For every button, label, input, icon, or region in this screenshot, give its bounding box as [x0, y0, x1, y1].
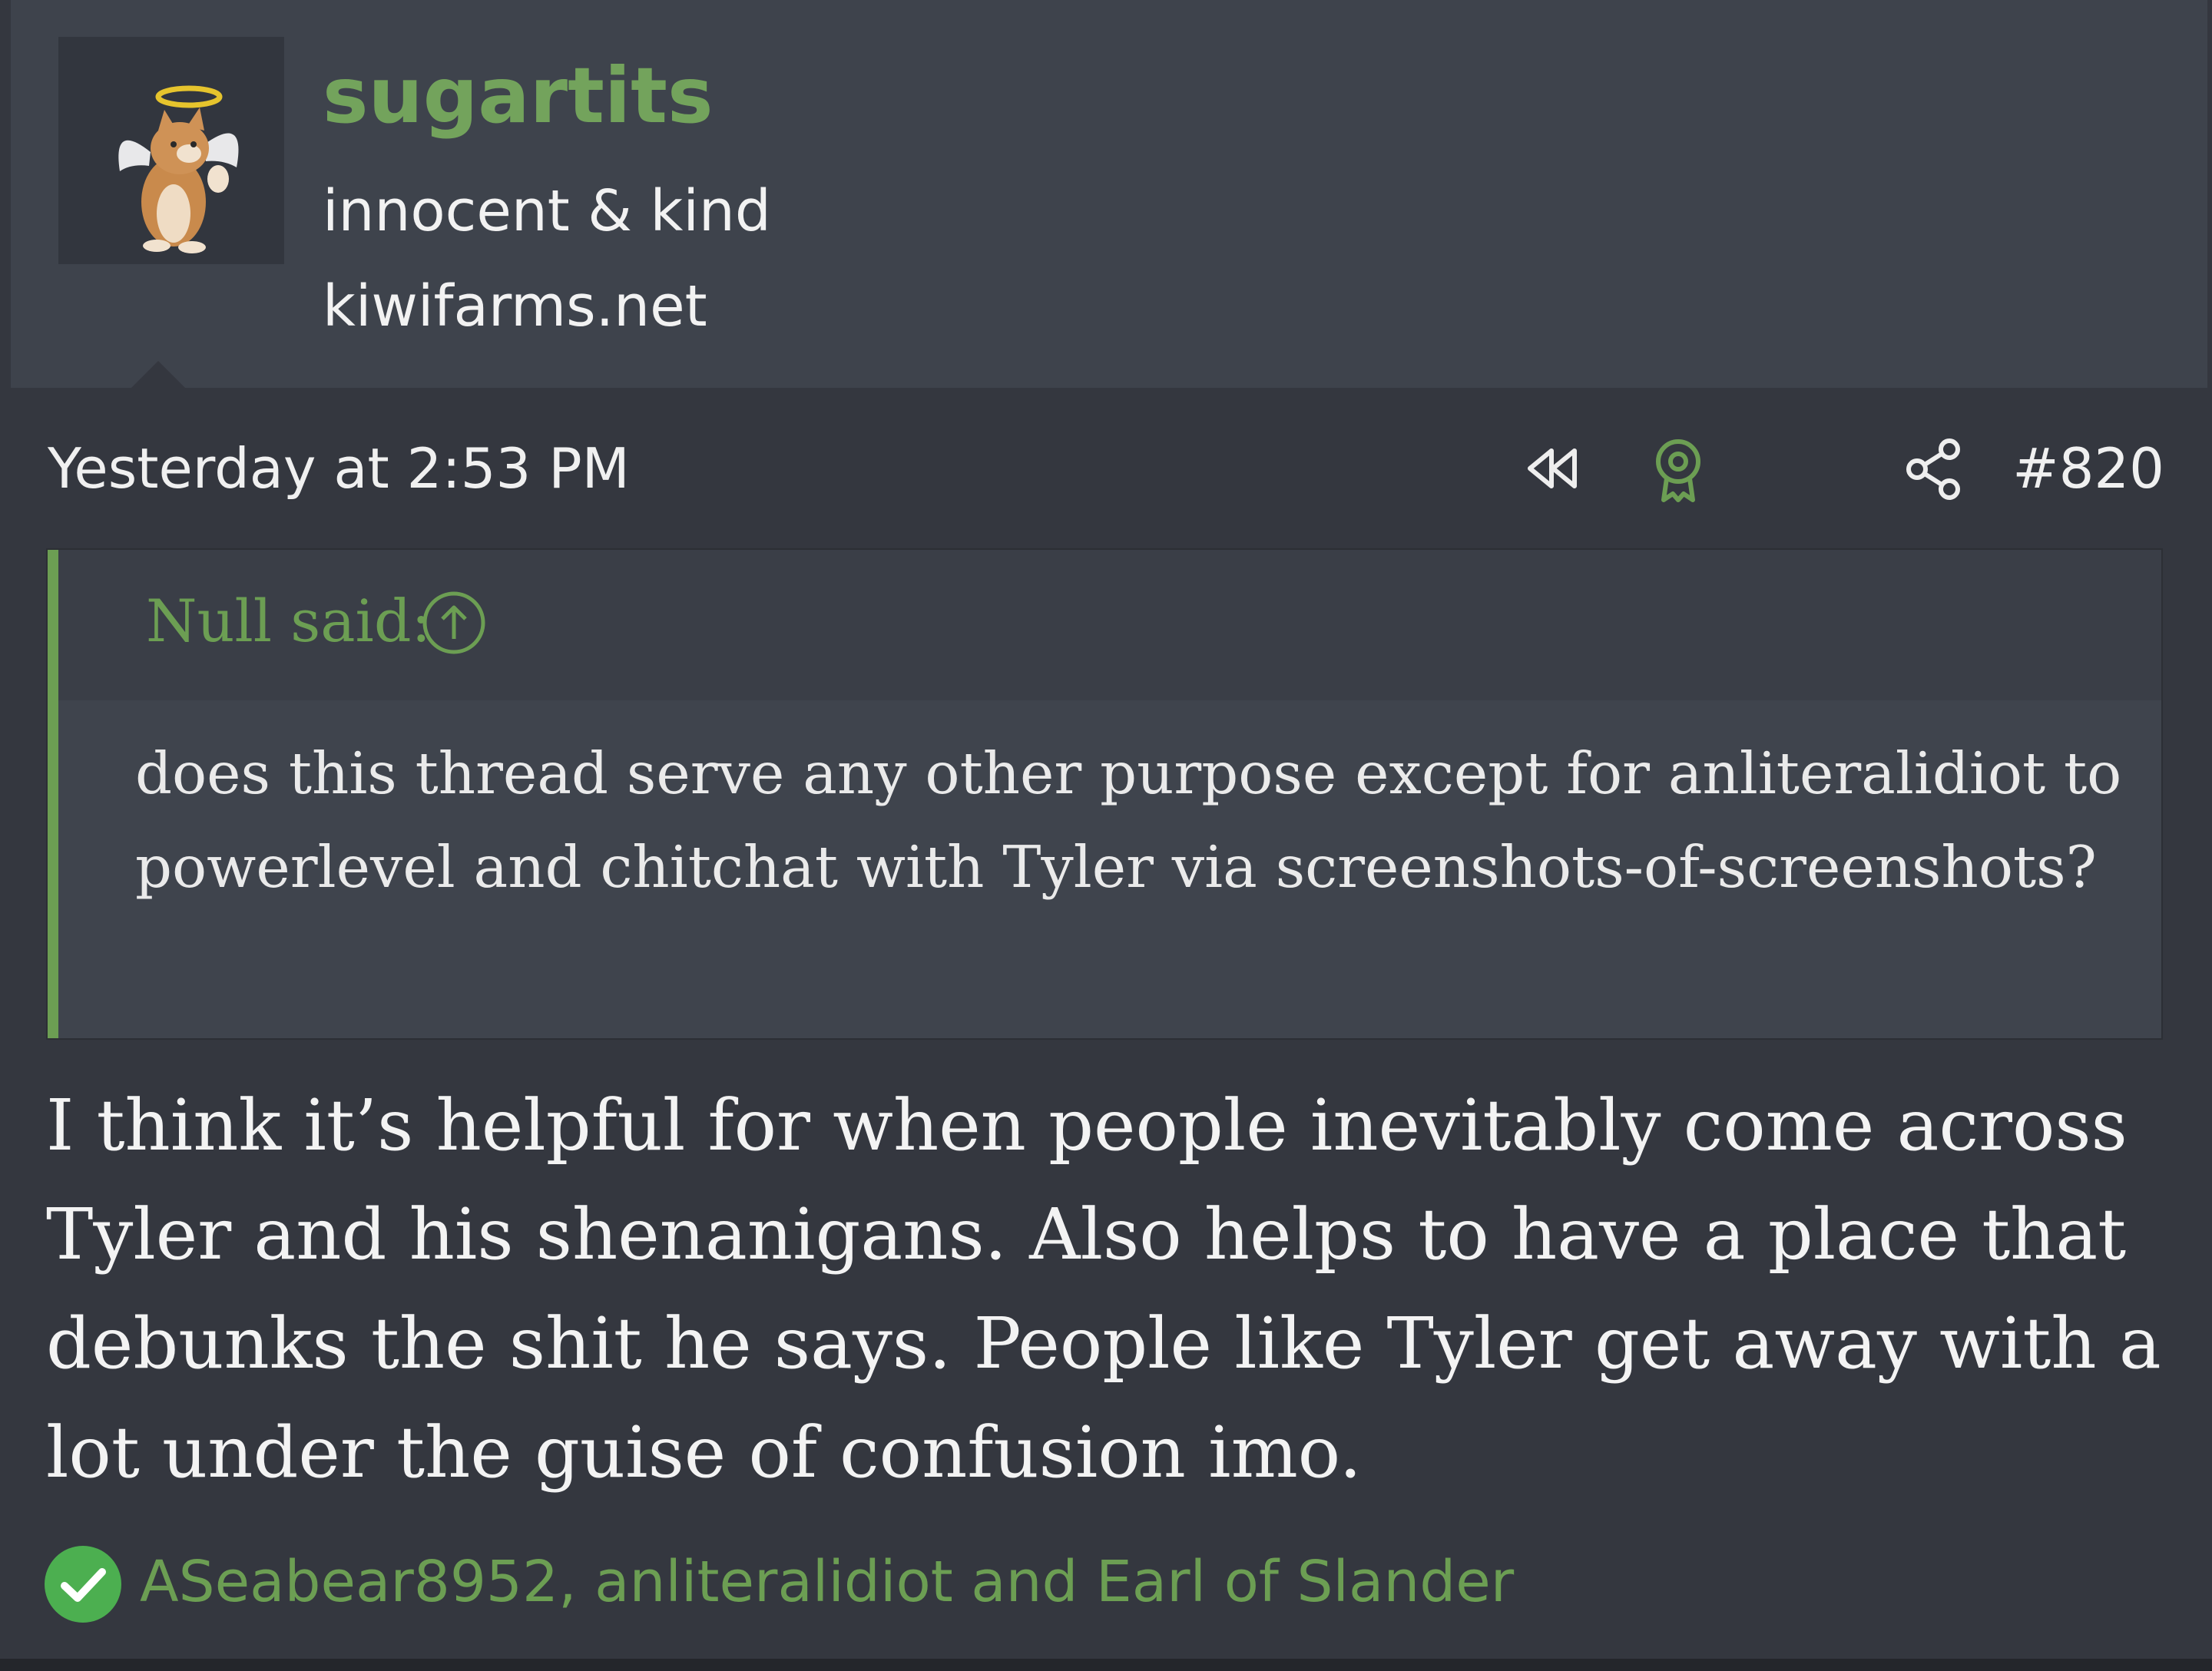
quote-author[interactable]: Null said:	[146, 579, 431, 663]
quote-block: Null said: does this thread serve any ot…	[46, 548, 2163, 1040]
rewind-icon[interactable]	[1518, 434, 1587, 503]
post-number-link[interactable]: #820	[2012, 426, 2164, 511]
username[interactable]: sugartits	[323, 46, 714, 146]
share-icon[interactable]	[1900, 434, 1969, 503]
user-header-pointer	[131, 361, 186, 389]
angel-cat-avatar-icon	[118, 85, 239, 253]
award-icon[interactable]	[1644, 434, 1713, 503]
post-meta-bar: Yesterday at 2:53 PM #820	[11, 388, 2207, 545]
quote-header: Null said:	[58, 550, 2161, 700]
post-body-text: I think it’s helpful for when people ine…	[46, 1084, 2161, 1494]
avatar[interactable]	[58, 37, 284, 264]
reaction-users-link[interactable]: ASeabear8952, anliteralidiot and Earl of…	[140, 1540, 1514, 1624]
bottom-divider	[0, 1659, 2212, 1671]
user-header: sugartits innocent & kind kiwifarms.net	[11, 0, 2207, 388]
quote-accent-bar	[48, 550, 58, 1038]
user-title: innocent & kind	[323, 178, 771, 244]
user-site: kiwifarms.net	[323, 273, 707, 339]
checkmark-reaction-icon[interactable]	[43, 1544, 123, 1624]
quote-text: does this thread serve any other purpose…	[135, 740, 2122, 901]
post-container: sugartits innocent & kind kiwifarms.net …	[0, 0, 2212, 1671]
post-date[interactable]: Yesterday at 2:53 PM	[48, 426, 630, 511]
jump-to-quote-icon[interactable]	[419, 588, 488, 657]
